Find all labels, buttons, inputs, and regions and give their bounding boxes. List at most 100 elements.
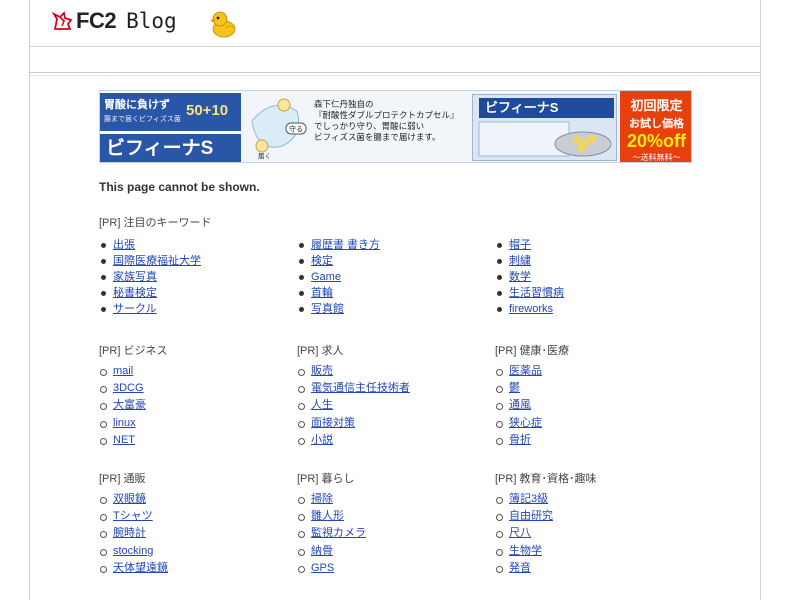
category-list-jobs: 販売 電気通信主任技術者 人生 面接対策 小説 [297, 363, 410, 449]
keyword-link[interactable]: 出張 [113, 239, 135, 251]
keyword-link[interactable]: 監視カメラ [311, 527, 366, 539]
banner-tagline: 胃酸に負けず [104, 99, 170, 111]
keyword-link[interactable]: 3DCG [113, 382, 144, 394]
banner-copy-line: 『耐酸性ダブルプロテクトカプセル』 [314, 110, 459, 120]
category-list-business: mail 3DCG 大富豪 linux NET [99, 363, 146, 449]
list-item: 国際医療福祉大学 [99, 253, 201, 269]
keyword-link[interactable]: stocking [113, 545, 153, 557]
keyword-link[interactable]: 生物学 [509, 545, 542, 557]
keyword-link[interactable]: 写真館 [311, 303, 344, 315]
keyword-link[interactable]: 面接対策 [311, 417, 355, 429]
keyword-link[interactable]: 大富豪 [113, 399, 146, 411]
duck-icon [210, 11, 236, 38]
list-item: 通風 [495, 397, 542, 414]
keyword-link[interactable]: 刺繍 [509, 255, 531, 267]
keyword-link[interactable]: 通風 [509, 399, 531, 411]
keyword-link[interactable]: 骨折 [509, 434, 531, 446]
list-item: 双眼鏡 [99, 491, 168, 508]
section-title-living: [PR] 暮らし [297, 473, 355, 485]
keyword-link[interactable]: 小説 [311, 434, 333, 446]
banner-copy-line: ビフィズス菌を腸まで届けます。 [314, 132, 441, 142]
banner-mid-label-deliver: 届く [258, 152, 271, 160]
ad-banner[interactable]: 胃酸に負けず 腸まで届くビフィズス菌 50+10 ビフィーナS 守る 届く 森下… [99, 90, 692, 163]
keyword-list: 帽子 刺繍 数学 生活習慣病 fireworks [495, 237, 564, 317]
banner-subline: 腸まで届くビフィズス菌 [104, 116, 181, 123]
keyword-list: 履歴書 書き方 検定 Game 首輪 写真館 [297, 237, 380, 317]
keyword-link[interactable]: Tシャツ [113, 510, 153, 522]
keyword-link[interactable]: 自由研究 [509, 510, 553, 522]
list-item: Tシャツ [99, 508, 168, 525]
fc2-blog-logo[interactable]: FC2 Blog [52, 8, 177, 34]
keyword-link[interactable]: fireworks [509, 303, 553, 315]
header-divider [30, 46, 760, 47]
offer-discount: 20%off [626, 131, 686, 151]
keyword-link[interactable]: 販売 [311, 365, 333, 377]
list-item: 掃除 [297, 491, 366, 508]
keyword-link[interactable]: サークル [113, 303, 157, 315]
keyword-link[interactable]: 生活習慣病 [509, 287, 564, 299]
keyword-link[interactable]: 家族写真 [113, 271, 157, 283]
keyword-link[interactable]: 帽子 [509, 239, 531, 251]
section-title-health: [PR] 健康･医療 [495, 345, 569, 357]
keyword-link[interactable]: 尺八 [509, 527, 531, 539]
list-item: 数学 [495, 269, 564, 285]
bar-divider-bottom [30, 75, 760, 76]
keyword-link[interactable]: 雛人形 [311, 510, 344, 522]
keyword-link[interactable]: 秘書検定 [113, 287, 157, 299]
category-list-education: 簿記3級 自由研究 尺八 生物学 発音 [495, 491, 553, 577]
list-item: 秘書検定 [99, 285, 201, 301]
list-item: NET [99, 432, 146, 449]
list-item: 電気通信主任技術者 [297, 380, 410, 397]
offer-line-4: ～送料無料～ [632, 153, 681, 162]
fc2-unicorn-icon [52, 11, 73, 30]
list-item: 面接対策 [297, 415, 410, 432]
list-item: 腕時計 [99, 525, 168, 542]
keyword-link[interactable]: linux [113, 417, 136, 429]
list-item: 狭心症 [495, 415, 542, 432]
keyword-link[interactable]: 医薬品 [509, 365, 542, 377]
list-item: 鬱 [495, 380, 542, 397]
category-list-living: 掃除 雛人形 監視カメラ 納骨 GPS [297, 491, 366, 577]
keyword-list: 出張 国際医療福祉大学 家族写真 秘書検定 サークル [99, 237, 201, 317]
keyword-link[interactable]: 天体望遠鏡 [113, 562, 168, 574]
list-item: fireworks [495, 301, 564, 317]
list-item: mail [99, 363, 146, 380]
list-item: 生物学 [495, 543, 553, 560]
package-capsules-icon [478, 121, 612, 157]
keyword-link[interactable]: Game [311, 271, 341, 283]
list-item: 検定 [297, 253, 380, 269]
banner-mid-label-protect: 守る [289, 125, 303, 134]
section-title-education: [PR] 教育･資格･趣味 [495, 473, 597, 485]
keyword-link[interactable]: 数学 [509, 271, 531, 283]
list-item: 骨折 [495, 432, 542, 449]
header: FC2 Blog [30, 0, 760, 46]
list-item: 天体望遠鏡 [99, 560, 168, 577]
logo-blog-text: Blog [126, 9, 177, 33]
list-item: 刺繍 [495, 253, 564, 269]
keyword-link[interactable]: 簿記3級 [509, 493, 548, 505]
keyword-link[interactable]: 双眼鏡 [113, 493, 146, 505]
keyword-link[interactable]: GPS [311, 562, 334, 574]
keyword-link[interactable]: mail [113, 365, 133, 377]
list-item: 大富豪 [99, 397, 146, 414]
keyword-link[interactable]: 掃除 [311, 493, 333, 505]
category-list-health: 医薬品 鬱 通風 狭心症 骨折 [495, 363, 542, 449]
keyword-link[interactable]: 人生 [311, 399, 333, 411]
keyword-link[interactable]: 履歴書 書き方 [311, 239, 380, 251]
logo-fc2-text: FC2 [76, 8, 117, 33]
list-item: サークル [99, 301, 201, 317]
list-item: GPS [297, 560, 366, 577]
keyword-link[interactable]: 電気通信主任技術者 [311, 382, 410, 394]
keyword-link[interactable]: 検定 [311, 255, 333, 267]
package-brand: ビフィーナS [479, 98, 614, 118]
keyword-link[interactable]: 鬱 [509, 382, 520, 394]
keyword-link[interactable]: 発音 [509, 562, 531, 574]
banner-copy-line: 森下仁丹独自の [314, 99, 374, 109]
bar-divider-top [30, 72, 760, 73]
keyword-link[interactable]: 狭心症 [509, 417, 542, 429]
keyword-link[interactable]: 首輪 [311, 287, 333, 299]
keyword-link[interactable]: NET [113, 434, 135, 446]
keyword-link[interactable]: 腕時計 [113, 527, 146, 539]
keyword-link[interactable]: 国際医療福祉大学 [113, 255, 201, 267]
keyword-link[interactable]: 納骨 [311, 545, 333, 557]
